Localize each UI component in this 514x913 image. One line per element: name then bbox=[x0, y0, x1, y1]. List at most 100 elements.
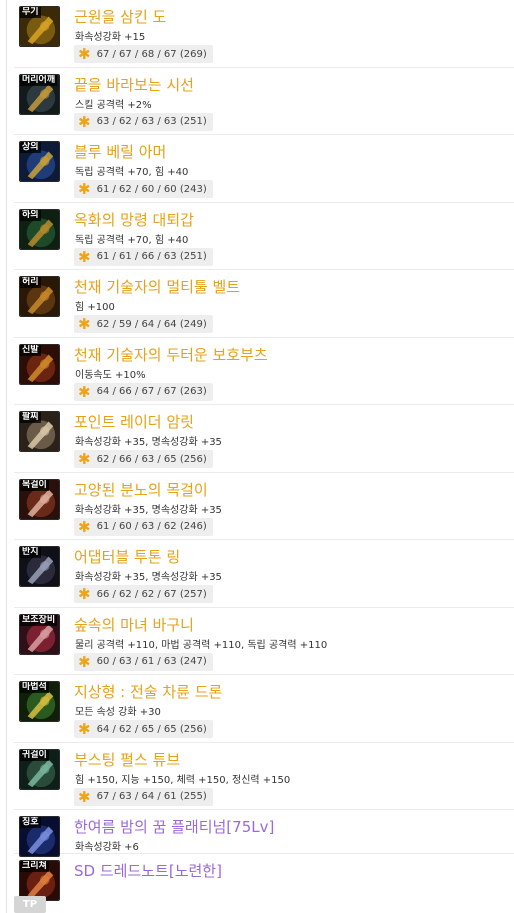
equipment-row[interactable]: 칭호 한여름 밤의 꿈 플래티넘[75Lv] 화속성강화 +6 bbox=[14, 810, 514, 857]
slot-label: 마법석 bbox=[20, 682, 49, 693]
slot-label: 무기 bbox=[20, 7, 41, 18]
star-icon: ✱ bbox=[78, 382, 91, 401]
equipment-row[interactable]: 무기 근원을 삼킨 도화속성강화 +15 ✱ 67 / 67 / 68 / 67 (2… bbox=[14, 0, 514, 68]
slot-label: 허리 bbox=[20, 277, 41, 288]
slot-label: 귀걸이 bbox=[20, 749, 49, 761]
weapon-sword-icon: 무기 bbox=[19, 6, 60, 47]
soulforce-chip: ✱ 64 / 62 / 65 / 65 (256) bbox=[74, 720, 213, 738]
soulforce-chip: ✱ 62 / 66 / 63 / 65 (256) bbox=[74, 450, 213, 468]
equipment-row[interactable]: 허리 천재 기술자의 멀티툴 벨트힘 +100 ✱ 62 / 59 / 64 / 64… bbox=[14, 270, 514, 338]
slot-label: 신발 bbox=[20, 344, 41, 356]
item-name[interactable]: 숲속의 마녀 바구니 bbox=[74, 616, 194, 634]
star-icon: ✱ bbox=[78, 247, 91, 266]
item-stat: 물리 공격력 +110, 마법 공격력 +110, 독립 공격력 +110 bbox=[75, 639, 328, 651]
item-name[interactable]: 끝을 바라보는 시선 bbox=[74, 76, 194, 94]
left-divider bbox=[6, 0, 7, 913]
soulforce-values: 64 / 66 / 67 / 67 (263) bbox=[96, 386, 207, 397]
item-stat: 이동속도 +10% bbox=[75, 369, 146, 381]
star-icon: ✱ bbox=[78, 180, 91, 198]
star-icon: ✱ bbox=[78, 585, 91, 603]
slot-label: 목걸이 bbox=[20, 479, 49, 491]
soulforce-values: 64 / 62 / 65 / 65 (256) bbox=[96, 723, 207, 735]
soulforce-values: 63 / 62 / 63 / 63 (251) bbox=[96, 116, 207, 127]
item-name[interactable]: 고양된 분노의 목걸이 bbox=[74, 481, 208, 499]
slot-label: 팔찌 bbox=[20, 412, 41, 423]
equipment-list: 무기 근원을 삼킨 도화속성강화 +15 ✱ 67 / 67 / 68 / 67 (2… bbox=[14, 0, 514, 901]
soulforce-chip: ✱ 61 / 60 / 63 / 62 (246) bbox=[74, 517, 213, 536]
soulforce-chip: ✱ 61 / 62 / 60 / 60 (243) bbox=[74, 180, 213, 198]
soulforce-values: 61 / 60 / 63 / 62 (246) bbox=[96, 521, 207, 532]
equipment-row[interactable]: 반지 어댑터블 투톤 링화속성강화 +35, 명속성강화 +35 ✱ 66 / 62 … bbox=[14, 540, 514, 608]
slot-label: 크리쳐 bbox=[20, 861, 49, 872]
equipment-row[interactable]: 귀걸이 부스팅 펄스 튜브힘 +150, 지능 +150, 체력 +150, 정신… bbox=[14, 743, 514, 810]
item-name[interactable]: 천재 기술자의 멀티툴 벨트 bbox=[74, 278, 240, 296]
leg-armor-icon: 하의 bbox=[19, 208, 60, 250]
equipment-row[interactable]: 상의 블루 베릴 아머독립 공격력 +70, 힘 +40 ✱ 61 / 62 / 60… bbox=[14, 135, 514, 203]
star-icon: ✱ bbox=[78, 112, 91, 131]
star-icon: ✱ bbox=[78, 45, 91, 63]
item-stat: 독립 공격력 +70, 힘 +40 bbox=[75, 167, 189, 178]
earring-icon: 귀걸이 bbox=[19, 748, 60, 790]
equipment-row[interactable]: 하의 옥화의 망령 대퇴갑 독립 공격력 +70, 힘 +40 ✱ 61 / 61 / … bbox=[14, 203, 514, 270]
item-name[interactable]: SD 드레드노트[노련한] bbox=[74, 862, 222, 880]
equipment-row[interactable]: 머리어깨 끝을 바라보는 시선스킬 공격력 +2% ✱ 63 / 62 / 63 / … bbox=[14, 68, 514, 135]
basket-icon: 보조장비 bbox=[19, 613, 60, 655]
slot-label: 반지 bbox=[20, 547, 41, 558]
soulforce-values: 67 / 67 / 68 / 67 (269) bbox=[96, 48, 207, 60]
soulforce-chip: ✱ 62 / 59 / 64 / 64 (249) bbox=[74, 315, 213, 333]
item-stat: 스킬 공격력 +2% bbox=[75, 99, 152, 111]
item-stat: 힘 +100 bbox=[75, 302, 115, 313]
item-stat: 화속성강화 +35, 명속성강화 +35 bbox=[75, 504, 222, 516]
item-name[interactable]: 옥화의 망령 대퇴갑 bbox=[74, 211, 194, 229]
item-name[interactable]: 천재 기술자의 두터운 보호부츠 bbox=[74, 346, 268, 364]
necklace-icon: 목걸이 bbox=[19, 478, 60, 520]
corner-badge: TP bbox=[14, 896, 46, 913]
soulforce-values: 62 / 66 / 63 / 65 (256) bbox=[96, 453, 207, 465]
equipment-row[interactable]: 크리쳐 SD 드레드노트[노련한] bbox=[14, 854, 514, 901]
boots-icon: 신발 bbox=[19, 343, 60, 385]
star-icon: ✱ bbox=[78, 787, 91, 806]
item-stat: 모든 속성 강화 +30 bbox=[75, 707, 161, 718]
equipment-row[interactable]: 목걸이 고양된 분노의 목걸이화속성강화 +35, 명속성강화 +35 ✱ 61 / … bbox=[14, 473, 514, 540]
soulforce-chip: ✱ 60 / 63 / 61 / 63 (247) bbox=[74, 652, 213, 671]
item-stat: 화속성강화 +15 bbox=[75, 32, 146, 43]
item-name[interactable]: 부스팅 펄스 튜브 bbox=[74, 751, 180, 769]
item-stat: 화속성강화 +35, 명속성강화 +35 bbox=[75, 572, 222, 583]
creature-icon: 크리쳐 bbox=[19, 860, 60, 901]
chest-armor-icon: 상의 bbox=[19, 141, 60, 182]
item-stat: 화속성강화 +6 bbox=[75, 842, 139, 853]
soulforce-values: 60 / 63 / 61 / 63 (247) bbox=[96, 656, 207, 667]
star-icon: ✱ bbox=[78, 315, 91, 333]
soulforce-chip: ✱ 64 / 66 / 67 / 67 (263) bbox=[74, 382, 213, 401]
item-name[interactable]: 블루 베릴 아머 bbox=[74, 143, 166, 161]
soulforce-values: 61 / 62 / 60 / 60 (243) bbox=[96, 183, 207, 195]
shoulder-armor-icon: 머리어깨 bbox=[19, 73, 60, 115]
slot-label: 보조장비 bbox=[20, 614, 58, 626]
soulforce-chip: ✱ 61 / 61 / 66 / 63 (251) bbox=[74, 247, 213, 266]
soulforce-chip: ✱ 67 / 63 / 64 / 61 (255) bbox=[74, 787, 213, 806]
soulforce-chip: ✱ 63 / 62 / 63 / 63 (251) bbox=[74, 112, 213, 131]
item-name[interactable]: 근원을 삼킨 도 bbox=[74, 8, 166, 26]
item-stat: 화속성강화 +35, 명속성강화 +35 bbox=[75, 437, 222, 448]
equipment-row[interactable]: 신발 천재 기술자의 두터운 보호부츠이동속도 +10% ✱ 64 / 66 / 67… bbox=[14, 338, 514, 405]
item-name[interactable]: 지상형 : 전술 차륜 드론 bbox=[74, 683, 222, 701]
item-stat: 힘 +150, 지능 +150, 체력 +150, 정신력 +150 bbox=[75, 774, 291, 786]
equipment-row[interactable]: 보조장비 숲속의 마녀 바구니물리 공격력 +110, 마법 공격력 +110, … bbox=[14, 608, 514, 675]
soulforce-chip: ✱ 66 / 62 / 62 / 67 (257) bbox=[74, 585, 213, 603]
soulforce-values: 62 / 59 / 64 / 64 (249) bbox=[96, 318, 207, 330]
item-name[interactable]: 포인트 레이더 암릿 bbox=[74, 413, 194, 431]
equipment-row[interactable]: 마법석 지상형 : 전술 차륜 드론모든 속성 강화 +30 ✱ 64 / 62 / … bbox=[14, 675, 514, 743]
star-icon: ✱ bbox=[78, 517, 91, 536]
bracelet-icon: 팔찌 bbox=[19, 411, 60, 452]
soulforce-chip: ✱ 67 / 67 / 68 / 67 (269) bbox=[74, 45, 213, 63]
item-name[interactable]: 한여름 밤의 꿈 플래티넘[75Lv] bbox=[74, 818, 274, 836]
star-icon: ✱ bbox=[78, 450, 91, 468]
slot-label: 머리어깨 bbox=[20, 74, 58, 86]
soulforce-values: 66 / 62 / 62 / 67 (257) bbox=[96, 588, 207, 600]
slot-label: 상의 bbox=[20, 142, 41, 153]
equipment-row[interactable]: 팔찌 포인트 레이더 암릿화속성강화 +35, 명속성강화 +35 ✱ 62 / 66… bbox=[14, 405, 514, 473]
soulforce-values: 67 / 63 / 64 / 61 (255) bbox=[96, 791, 207, 802]
star-icon: ✱ bbox=[78, 720, 91, 738]
slot-label: 하의 bbox=[20, 209, 41, 221]
item-name[interactable]: 어댑터블 투톤 링 bbox=[74, 548, 180, 566]
